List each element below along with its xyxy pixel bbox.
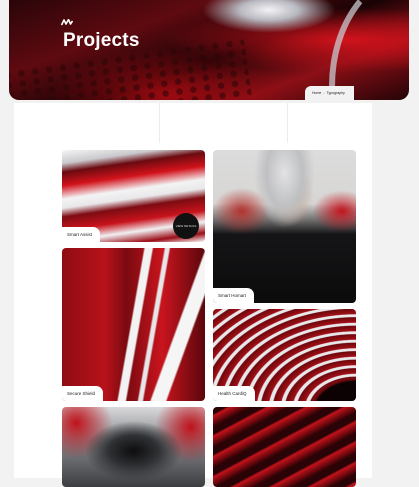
brand-wave-icon[interactable] — [61, 19, 73, 26]
view-details-button[interactable]: VIEW DETAILS — [173, 213, 199, 239]
breadcrumb-separator: - — [323, 91, 325, 95]
project-card-label: Smart Homart — [213, 288, 255, 303]
project-card-secure-shield[interactable]: Secure Shield — [62, 248, 205, 401]
project-card-5[interactable] — [62, 407, 205, 487]
grid-divider — [159, 103, 160, 143]
project-card-health-cardiq[interactable]: Health CardiQ — [213, 309, 356, 401]
breadcrumb: Home - Typography — [305, 86, 354, 100]
grid-divider — [287, 103, 288, 143]
project-card-label: Health CardiQ — [213, 386, 255, 401]
breadcrumb-home-link[interactable]: Home — [312, 91, 321, 95]
project-card-label: Secure Shield — [62, 386, 104, 401]
project-card-6[interactable] — [213, 407, 356, 487]
project-card-label: Smart Assist — [62, 227, 101, 242]
breadcrumb-current: Typography — [326, 91, 345, 95]
page-title: Projects — [63, 30, 140, 51]
project-card-smart-homart[interactable]: Smart Homart — [213, 150, 356, 303]
